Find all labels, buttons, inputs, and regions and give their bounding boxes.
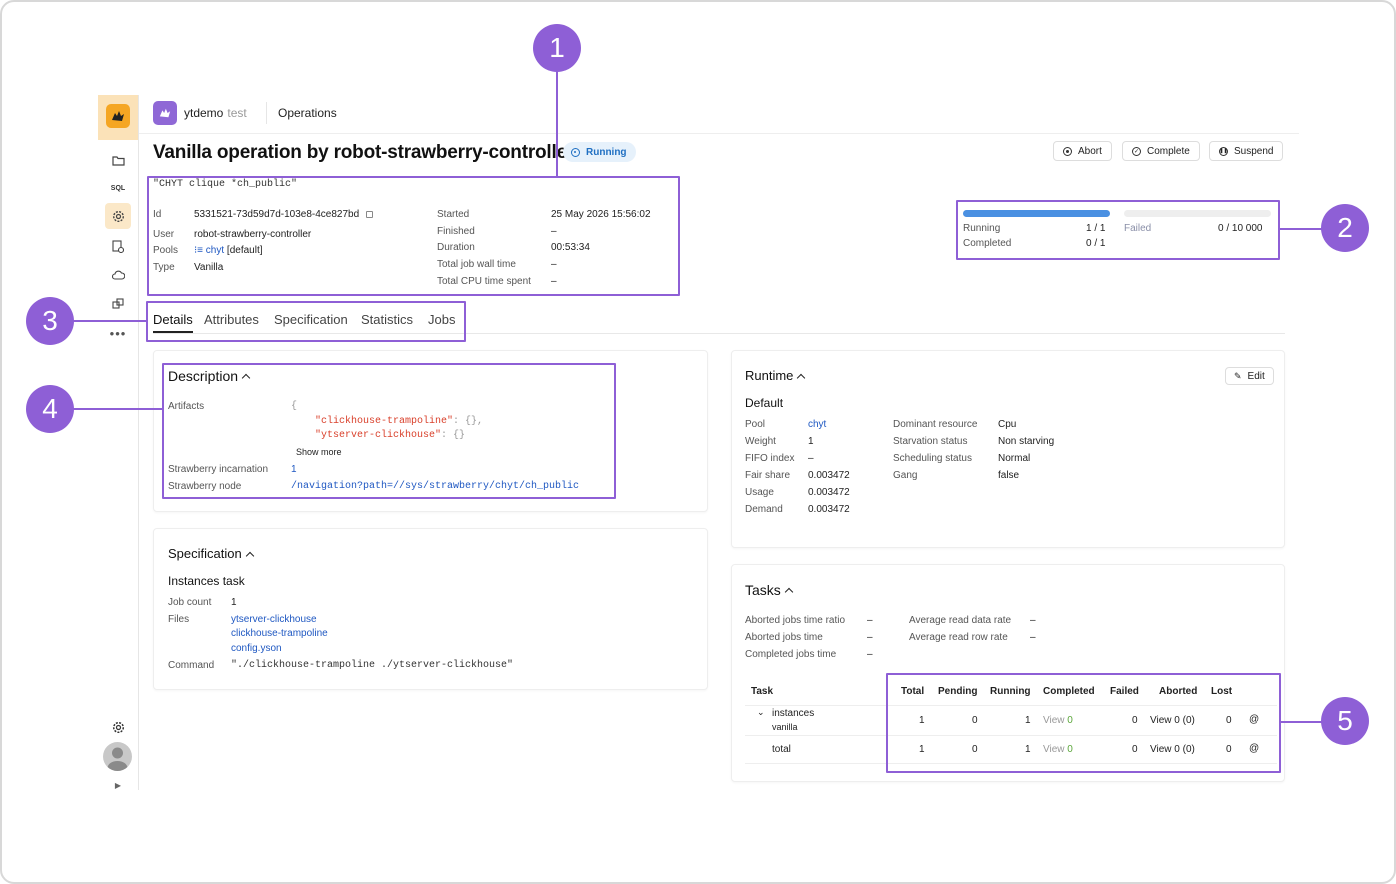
folder-icon[interactable]: [108, 150, 128, 170]
runtime-label-pool: Pool: [745, 419, 766, 430]
task-type: vanilla: [772, 722, 798, 732]
tasks-label-read-data-rate: Average read data rate: [909, 615, 1012, 626]
runtime-title[interactable]: Runtime: [745, 368, 806, 383]
runtime-tree-title: Default: [745, 396, 784, 410]
suspend-button[interactable]: ❚❚ Suspend: [1209, 141, 1284, 161]
page-title: Vanilla operation by robot-strawberry-co…: [153, 142, 575, 163]
callout-box-2: [956, 200, 1280, 260]
runtime-label-gang: Gang: [893, 470, 918, 481]
callout-badge-3: 3: [26, 297, 74, 345]
runtime-value-fifo: –: [808, 453, 814, 464]
callout-line-2: [1280, 228, 1322, 230]
callout-badge-5: 5: [1321, 697, 1369, 745]
callout-badge-4: 4: [26, 385, 74, 433]
chevron-up-icon: [797, 373, 806, 382]
operations-gear-icon[interactable]: [105, 203, 131, 229]
tasks-value-aborted-time: –: [867, 632, 873, 643]
callout-line-4: [72, 408, 163, 410]
cloud-icon[interactable]: [108, 265, 128, 285]
callout-box-5: [886, 673, 1281, 773]
complete-button[interactable]: ✓ Complete: [1122, 141, 1200, 161]
callout-badge-2: 2: [1321, 204, 1369, 252]
tasks-value-read-data-rate: –: [1030, 615, 1036, 626]
runtime-value-pool[interactable]: chyt: [808, 419, 826, 430]
header-divider: [266, 102, 267, 124]
cluster-icon: [153, 101, 177, 125]
header-divider-line: [139, 133, 1299, 134]
logo-icon: [106, 104, 130, 128]
callout-box-3: [146, 301, 466, 342]
tasks-label-completed-time: Completed jobs time: [745, 649, 837, 660]
callout-badge-1: 1: [533, 24, 581, 72]
runtime-value-usage: 0.003472: [808, 487, 850, 498]
abort-button[interactable]: Abort: [1053, 141, 1112, 161]
settings-gear-icon[interactable]: [108, 717, 128, 737]
file-link[interactable]: clickhouse-trampoline: [231, 628, 328, 639]
more-icon[interactable]: •••: [108, 323, 128, 343]
expand-icon[interactable]: ▶: [108, 775, 128, 795]
callout-line-1: [556, 70, 558, 177]
components-icon[interactable]: [108, 294, 128, 314]
total-row-label: total: [772, 744, 791, 755]
task-name: instances: [772, 708, 815, 719]
tasks-label-aborted-ratio: Aborted jobs time ratio: [745, 615, 846, 626]
file-link[interactable]: ytserver-clickhouse: [231, 614, 317, 625]
runtime-value-gang: false: [998, 470, 1020, 481]
tasks-value-completed-time: –: [867, 649, 873, 660]
left-nav: SQL ••• ▶: [98, 95, 139, 790]
logo[interactable]: [98, 95, 138, 140]
runtime-value-fair-share: 0.003472: [808, 470, 850, 481]
jobs-icon[interactable]: [108, 236, 128, 256]
files-label: Files: [168, 614, 190, 625]
edit-button[interactable]: ✎ Edit: [1225, 367, 1274, 385]
column-header-task[interactable]: Task: [751, 686, 773, 697]
runtime-label-demand: Demand: [745, 504, 783, 515]
status-badge: Running: [563, 142, 636, 162]
runtime-label-weight: Weight: [745, 436, 776, 447]
job-count-value: 1: [231, 597, 237, 608]
command-label: Command: [168, 660, 215, 671]
specification-title[interactable]: Specification: [168, 546, 254, 561]
abort-icon: [1063, 146, 1072, 156]
expand-row-icon[interactable]: ⌄: [757, 707, 765, 718]
callout-box-1: [147, 176, 680, 296]
sql-icon[interactable]: SQL: [108, 178, 128, 198]
job-count-label: Job count: [168, 597, 212, 608]
tasks-value-aborted-ratio: –: [867, 615, 873, 626]
runtime-value-scheduling: Normal: [998, 453, 1031, 464]
runtime-value-starvation: Non starving: [998, 436, 1055, 447]
runtime-label-starvation: Starvation status: [893, 436, 968, 447]
callout-box-4: [162, 363, 616, 499]
running-icon: [571, 147, 580, 157]
file-link[interactable]: config.yson: [231, 643, 282, 654]
avatar[interactable]: [103, 742, 132, 771]
tasks-title[interactable]: Tasks: [745, 582, 794, 598]
runtime-card: [731, 350, 1285, 548]
tasks-value-read-row-rate: –: [1030, 632, 1036, 643]
pause-circle-icon: ❚❚: [1219, 146, 1228, 156]
runtime-label-dominant: Dominant resource: [893, 419, 978, 430]
runtime-value-weight: 1: [808, 436, 814, 447]
cluster-name[interactable]: ytdemo test: [184, 106, 247, 120]
command-value: "./clickhouse-trampoline ./ytserver-clic…: [231, 660, 514, 671]
runtime-label-fair-share: Fair share: [745, 470, 791, 481]
runtime-label-fifo: FIFO index: [745, 453, 795, 464]
tasks-label-read-row-rate: Average read row rate: [909, 632, 1008, 643]
runtime-value-demand: 0.003472: [808, 504, 850, 515]
chevron-up-icon: [245, 551, 254, 560]
page-section[interactable]: Operations: [278, 106, 337, 120]
tasks-label-aborted-time: Aborted jobs time: [745, 632, 823, 643]
callout-line-3: [72, 320, 147, 322]
callout-line-5: [1281, 721, 1322, 723]
check-circle-icon: ✓: [1132, 146, 1141, 156]
cluster-env: test: [227, 106, 247, 120]
runtime-value-dominant: Cpu: [998, 419, 1017, 430]
runtime-label-usage: Usage: [745, 487, 774, 498]
pencil-icon: ✎: [1234, 370, 1242, 381]
runtime-label-scheduling: Scheduling status: [893, 453, 972, 464]
instances-task-title: Instances task: [168, 574, 245, 588]
chevron-up-icon: [784, 587, 794, 597]
